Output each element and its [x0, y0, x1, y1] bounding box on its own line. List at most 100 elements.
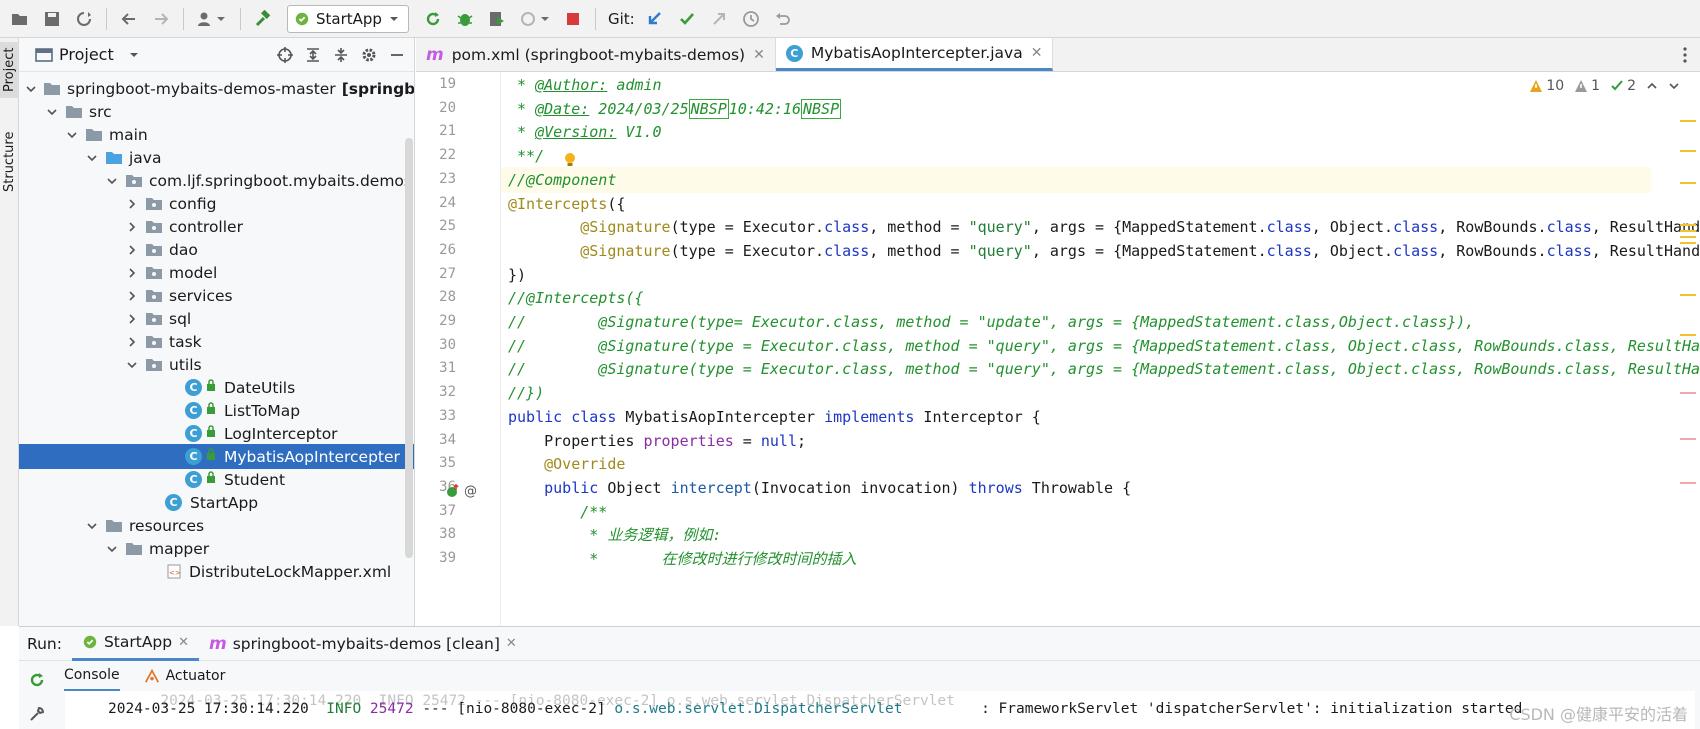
run-tab-maven-clean[interactable]: m springboot-mybaits-demos [clean] ✕: [199, 627, 527, 661]
tree-item[interactable]: task: [19, 329, 414, 354]
open-folder-icon[interactable]: [8, 7, 32, 31]
code-line[interactable]: * @Version: V1.0: [508, 119, 662, 145]
code-editor[interactable]: 19 20 21 22 23 24 25 26 27 28 29 30 31 32 33 34 35 36 37 38…: [416, 72, 1700, 626]
tree-item[interactable]: C MybatisAopIntercepter: [19, 444, 414, 469]
save-icon[interactable]: [40, 7, 64, 31]
tree-item[interactable]: mapper: [19, 536, 414, 561]
warning-mark[interactable]: [1680, 236, 1696, 238]
weak-warnings-count[interactable]: 1: [1574, 78, 1600, 94]
tree-item[interactable]: config: [19, 191, 414, 216]
run-with-coverage-icon[interactable]: [485, 7, 509, 31]
implements-method-icon[interactable]: [446, 484, 460, 498]
at-sign-icon[interactable]: @: [464, 484, 477, 500]
back-arrow-icon[interactable]: [117, 7, 141, 31]
chevron-right-icon[interactable]: [125, 197, 139, 211]
code-line[interactable]: // @Signature(type = Executor.class, met…: [508, 333, 1700, 359]
tree-item[interactable]: C ListToMap: [19, 398, 414, 423]
profiler-dropdown-icon[interactable]: [517, 7, 553, 31]
code-line[interactable]: //@Intercepts({: [508, 285, 643, 311]
minimize-icon[interactable]: [388, 46, 406, 64]
warning-mark[interactable]: [1680, 224, 1696, 226]
code-line[interactable]: // @Signature(type = Executor.class, met…: [508, 356, 1700, 382]
tree-item[interactable]: com.ljf.springboot.mybaits.demos: [19, 168, 414, 193]
chevron-right-icon[interactable]: [125, 312, 139, 326]
warning-mark[interactable]: [1680, 230, 1696, 232]
tree-item[interactable]: utils: [19, 352, 414, 377]
chevron-down-icon[interactable]: [105, 174, 119, 188]
tree-item[interactable]: C LogInterceptor: [19, 421, 414, 446]
rerun-icon[interactable]: [421, 7, 445, 31]
forward-arrow-icon[interactable]: [149, 7, 173, 31]
debug-bug-icon[interactable]: [453, 7, 477, 31]
tree-item[interactable]: C DateUtils: [19, 375, 414, 400]
tree-item[interactable]: dao: [19, 237, 414, 262]
code-line[interactable]: // @Signature(type= Executor.class, meth…: [508, 309, 1474, 335]
warning-mark[interactable]: [1680, 294, 1696, 296]
code-line[interactable]: * 业务逻辑，例如:: [508, 522, 721, 548]
code-line[interactable]: @Signature(type = Executor.class, method…: [508, 238, 1700, 264]
close-icon[interactable]: ✕: [506, 636, 517, 651]
typo-mark[interactable]: [1680, 482, 1696, 484]
chevron-down-icon[interactable]: [25, 82, 37, 96]
code-line[interactable]: Properties properties = null;: [508, 428, 806, 454]
code-line[interactable]: }): [508, 262, 526, 288]
build-hammer-icon[interactable]: [251, 7, 275, 31]
git-rollback-icon[interactable]: [771, 7, 795, 31]
error-stripe[interactable]: [1676, 112, 1700, 622]
chevron-down-icon[interactable]: [45, 105, 59, 119]
locate-target-icon[interactable]: [276, 46, 294, 64]
warning-mark[interactable]: [1680, 150, 1696, 152]
tree-item[interactable]: services: [19, 283, 414, 308]
collapse-all-icon[interactable]: [332, 46, 350, 64]
chevron-down-icon[interactable]: [1668, 80, 1680, 92]
chevron-right-icon[interactable]: [125, 289, 139, 303]
tab-console[interactable]: Console: [64, 661, 120, 691]
project-scrollbar[interactable]: [405, 138, 413, 558]
console-output[interactable]: 2024-03-25 17:30:14.220 INFO 25472 --- […: [65, 691, 1695, 729]
code-line[interactable]: public Object intercept(Invocation invoc…: [508, 475, 1131, 501]
tree-item[interactable]: <> DistributeLockMapper.xml: [19, 559, 414, 584]
warning-mark[interactable]: [1680, 120, 1696, 122]
project-tool-tab[interactable]: Project: [0, 42, 19, 98]
tab-mybatis-aop-intercepter[interactable]: C MybatisAopIntercepter.java ✕: [775, 38, 1054, 71]
tree-item[interactable]: C Student: [19, 467, 414, 492]
close-icon[interactable]: ✕: [1031, 45, 1043, 61]
chevron-right-icon[interactable]: [125, 220, 139, 234]
tab-pom-xml[interactable]: m pom.xml (springboot-mybaits-demos) ✕: [416, 38, 776, 71]
tab-actuator[interactable]: Actuator: [144, 661, 225, 691]
wrench-icon[interactable]: [28, 705, 46, 723]
code-line[interactable]: * @Date: 2024/03/25 NBSP 10:42:16 NBSP: [508, 96, 842, 122]
gear-icon[interactable]: [360, 46, 378, 64]
lightbulb-icon[interactable]: [564, 152, 576, 168]
chevron-down-icon[interactable]: [65, 128, 79, 142]
chevron-right-icon[interactable]: [125, 243, 139, 257]
rerun-icon[interactable]: [28, 671, 46, 689]
tree-item[interactable]: sql: [19, 306, 414, 331]
git-update-arrow-icon[interactable]: [643, 7, 667, 31]
code-line[interactable]: @Signature(type = Executor.class, method…: [508, 214, 1700, 240]
tree-item[interactable]: controller: [19, 214, 414, 239]
structure-tool-tab[interactable]: Structure: [0, 122, 19, 202]
tree-item[interactable]: main: [19, 122, 414, 147]
git-history-clock-icon[interactable]: [739, 7, 763, 31]
warning-mark[interactable]: [1680, 182, 1696, 184]
typo-mark[interactable]: [1680, 392, 1696, 394]
code-line[interactable]: @Override: [508, 451, 625, 477]
chevron-down-icon[interactable]: [85, 151, 99, 165]
chevron-right-icon[interactable]: [125, 335, 139, 349]
tree-item[interactable]: model: [19, 260, 414, 285]
tree-item[interactable]: java: [19, 145, 414, 170]
code-line[interactable]: //@Component: [501, 166, 1651, 193]
tree-item[interactable]: springboot-mybaits-demos-master [springbo…: [19, 76, 414, 101]
run-tab-startapp[interactable]: StartApp ✕: [71, 627, 200, 661]
code-line[interactable]: //}): [508, 380, 544, 406]
expand-all-icon[interactable]: [304, 46, 322, 64]
warnings-count[interactable]: 10: [1529, 78, 1564, 94]
git-commit-check-icon[interactable]: [675, 7, 699, 31]
code-line[interactable]: public class MybatisAopIntercepter imple…: [508, 404, 1041, 430]
code-line[interactable]: /**: [508, 499, 607, 525]
user-dropdown-icon[interactable]: [194, 7, 230, 31]
chevron-right-icon[interactable]: [125, 266, 139, 280]
chevron-down-icon[interactable]: [125, 358, 139, 372]
typos-count[interactable]: 2: [1610, 78, 1636, 94]
